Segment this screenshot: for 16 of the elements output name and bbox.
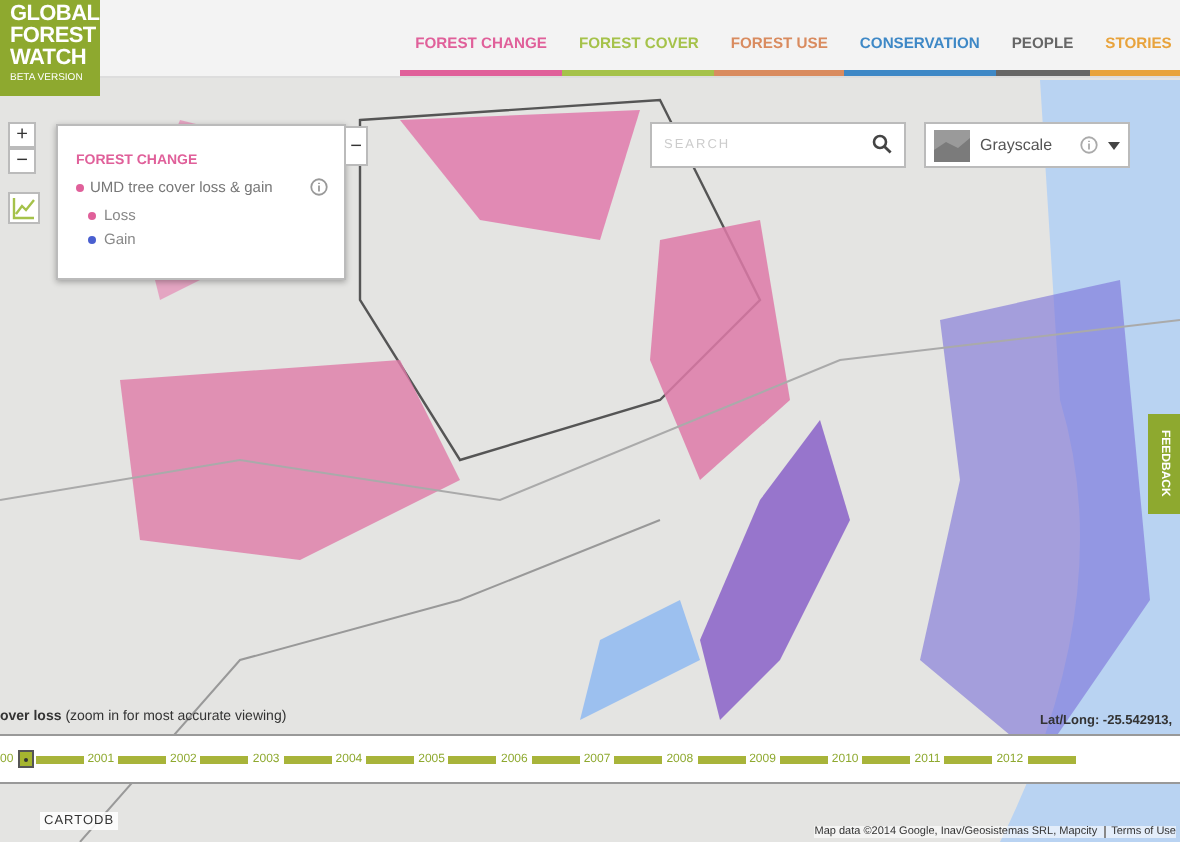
- logo-text: GLOBAL: [10, 4, 100, 26]
- chart-button[interactable]: [8, 192, 40, 224]
- basemap-dropdown[interactable]: Grayscale: [924, 122, 1130, 168]
- collapse-button[interactable]: −: [344, 126, 368, 166]
- caret-icon: [1108, 141, 1120, 149]
- logo-text: WATCH: [10, 48, 89, 70]
- logo-text: FOREST: [10, 26, 98, 48]
- zoom-out-button[interactable]: −: [8, 148, 36, 174]
- zoom-in-button[interactable]: +: [8, 122, 36, 148]
- search-icon: [872, 134, 892, 154]
- info-icon[interactable]: [310, 178, 328, 196]
- chart-icon: [12, 196, 36, 220]
- basemap-label: Grayscale: [980, 136, 1055, 154]
- timeline-handle[interactable]: [17, 750, 34, 768]
- info-icon[interactable]: [1080, 136, 1098, 154]
- basemap-thumbnail: [934, 129, 970, 161]
